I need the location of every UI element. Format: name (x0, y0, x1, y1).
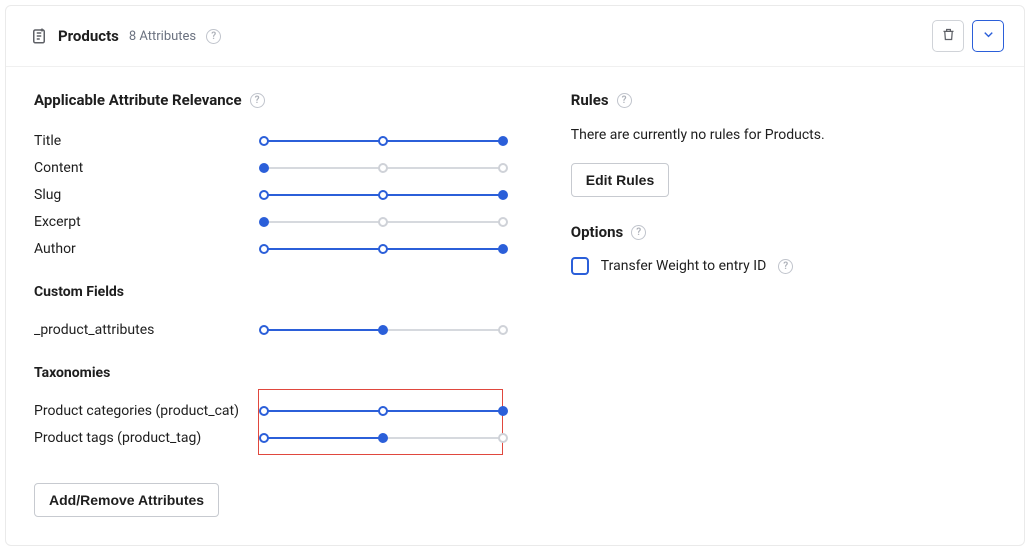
options-section-title: Options (571, 223, 623, 241)
attribute-label: _product_attributes (34, 322, 264, 338)
slider-stop[interactable] (378, 217, 388, 227)
chevron-down-icon (981, 27, 996, 45)
slider-stop[interactable] (498, 244, 508, 254)
slider-stop[interactable] (259, 325, 269, 335)
relevance-slider[interactable] (264, 160, 503, 176)
attribute-label: Title (34, 133, 264, 149)
post-type-icon (30, 27, 48, 45)
slider-stop[interactable] (498, 433, 508, 443)
attribute-count: 8 Attributes (129, 29, 196, 44)
rules-empty-text: There are currently no rules for Product… (571, 127, 996, 143)
help-icon[interactable] (617, 93, 632, 108)
slider-stop[interactable] (259, 244, 269, 254)
collapse-toggle-button[interactable] (972, 20, 1004, 52)
panel-header: Products 8 Attributes (6, 6, 1024, 67)
rules-section-title: Rules (571, 91, 609, 109)
relevance-slider[interactable] (264, 322, 503, 338)
help-icon[interactable] (778, 259, 793, 274)
slider-stop[interactable] (378, 433, 388, 443)
help-icon[interactable] (206, 29, 221, 44)
relevance-column: Applicable Attribute Relevance Title Cont… (34, 91, 503, 517)
attribute-row: Product categories (product_cat) (34, 397, 503, 424)
options-section-title-row: Options (571, 223, 996, 241)
attribute-row: Slug (34, 181, 503, 208)
slider-stop[interactable] (259, 136, 269, 146)
slider-stop[interactable] (498, 190, 508, 200)
relevance-section-title: Applicable Attribute Relevance (34, 91, 242, 109)
attribute-label: Excerpt (34, 214, 264, 230)
rules-column: Rules There are currently no rules for P… (563, 91, 996, 517)
slider-stop[interactable] (378, 136, 388, 146)
attribute-label: Product tags (product_tag) (34, 430, 264, 446)
slider-stop[interactable] (498, 325, 508, 335)
rules-section-title-row: Rules (571, 91, 996, 109)
transfer-weight-label: Transfer Weight to entry ID (601, 258, 766, 274)
slider-stop[interactable] (498, 163, 508, 173)
slider-stop[interactable] (259, 163, 269, 173)
help-icon[interactable] (631, 225, 646, 240)
taxonomies-list: Product categories (product_cat) Product … (34, 397, 503, 451)
relevance-slider[interactable] (264, 430, 503, 446)
slider-stop[interactable] (259, 217, 269, 227)
slider-stop[interactable] (259, 190, 269, 200)
slider-stop[interactable] (259, 433, 269, 443)
attribute-label: Product categories (product_cat) (34, 403, 264, 419)
attribute-label: Content (34, 160, 264, 176)
delete-button[interactable] (932, 20, 964, 52)
attribute-row: Excerpt (34, 208, 503, 235)
relevance-slider[interactable] (264, 133, 503, 149)
edit-rules-button[interactable]: Edit Rules (571, 163, 669, 197)
slider-stop[interactable] (498, 406, 508, 416)
attribute-row: Title (34, 127, 503, 154)
custom-fields-list: _product_attributes (34, 316, 503, 343)
slider-stop[interactable] (378, 406, 388, 416)
panel-header-left: Products 8 Attributes (30, 27, 221, 45)
products-panel: Products 8 Attributes (5, 5, 1025, 546)
slider-stop[interactable] (498, 217, 508, 227)
panel-header-actions (932, 20, 1004, 52)
relevance-slider[interactable] (264, 403, 503, 419)
panel-title: Products (58, 27, 119, 45)
transfer-weight-row: Transfer Weight to entry ID (571, 257, 996, 275)
attribute-row: Product tags (product_tag) (34, 424, 503, 451)
trash-icon (941, 27, 956, 45)
slider-stop[interactable] (378, 325, 388, 335)
panel-body: Applicable Attribute Relevance Title Cont… (6, 67, 1024, 545)
attribute-row: Author (34, 235, 503, 262)
taxonomies-title: Taxonomies (34, 365, 503, 381)
custom-fields-title: Custom Fields (34, 284, 503, 300)
attribute-label: Slug (34, 187, 264, 203)
slider-stop[interactable] (259, 406, 269, 416)
relevance-section-title-row: Applicable Attribute Relevance (34, 91, 503, 109)
attribute-row: _product_attributes (34, 316, 503, 343)
relevance-slider[interactable] (264, 187, 503, 203)
relevance-slider[interactable] (264, 241, 503, 257)
slider-stop[interactable] (378, 190, 388, 200)
slider-stop[interactable] (498, 136, 508, 146)
slider-stop[interactable] (378, 244, 388, 254)
transfer-weight-checkbox[interactable] (571, 257, 589, 275)
slider-stop[interactable] (378, 163, 388, 173)
attribute-label: Author (34, 241, 264, 257)
attributes-list: Title Content Slug Excerpt Author (34, 127, 503, 262)
attribute-row: Content (34, 154, 503, 181)
relevance-slider[interactable] (264, 214, 503, 230)
add-remove-row: Add/Remove Attributes (34, 483, 503, 517)
add-remove-attributes-button[interactable]: Add/Remove Attributes (34, 483, 219, 517)
help-icon[interactable] (250, 93, 265, 108)
